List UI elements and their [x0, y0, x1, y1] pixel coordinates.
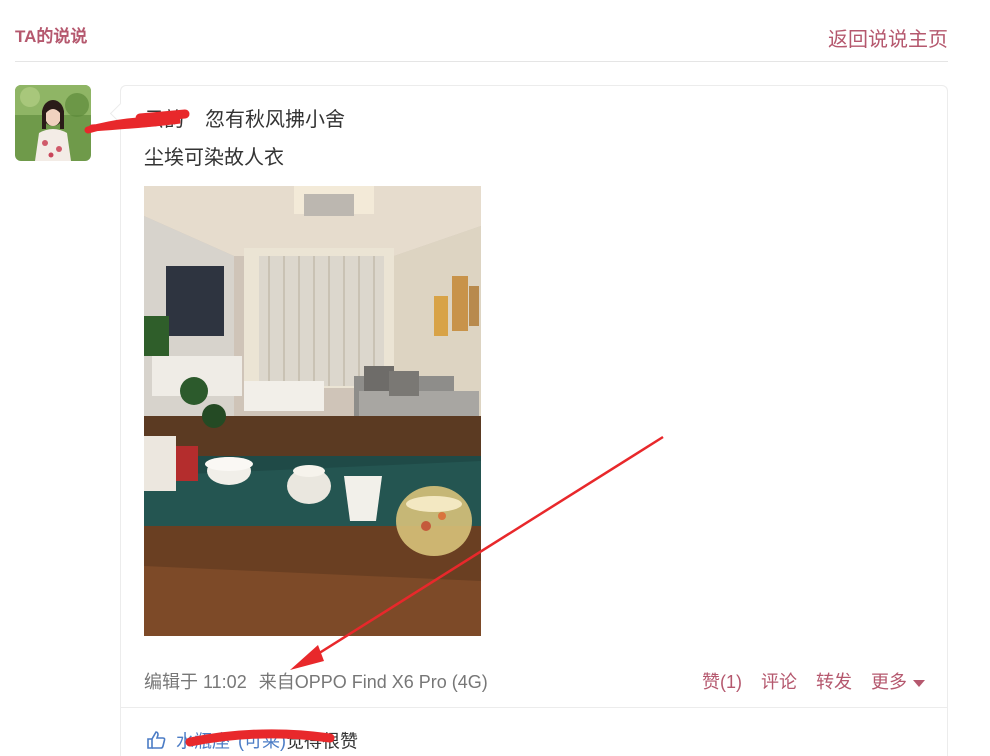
page-title: TA的说说	[15, 27, 88, 46]
post-text: 尘埃可染故人衣	[144, 147, 284, 169]
like-button[interactable]: 赞(1)	[702, 672, 742, 692]
post-meta: 编辑于 11:02 来自OPPO Find X6 Pro (4G)	[144, 671, 500, 693]
post-photo[interactable]	[144, 186, 481, 636]
liker-tag: (可莱)	[238, 731, 286, 752]
post-card: 云韵 忽有秋风拂小舍 尘埃可染故人衣 编辑于 11:02 来自OPPO Find…	[120, 85, 948, 756]
post-author[interactable]: 云韵	[144, 108, 184, 132]
forward-button[interactable]: 转发	[816, 672, 852, 692]
page-header: TA的说说 返回说说主页	[15, 0, 948, 62]
likes-row: 水瓶座 (可莱)觉得很赞	[146, 730, 358, 755]
caret-down-icon	[913, 679, 925, 687]
liker-name[interactable]: 水瓶座	[176, 731, 230, 751]
liked-text: 觉得很赞	[286, 731, 358, 752]
post-tag: 忽有秋风拂小舍	[205, 109, 345, 131]
avatar[interactable]	[15, 85, 91, 161]
more-label: 更多	[871, 672, 907, 692]
divider	[121, 707, 947, 708]
more-button[interactable]: 更多	[871, 672, 925, 692]
comment-button[interactable]: 评论	[761, 672, 797, 692]
back-to-home-link[interactable]: 返回说说主页	[828, 28, 948, 52]
post-device: 来自OPPO Find X6 Pro (4G)	[258, 672, 488, 692]
thumbs-up-icon	[146, 730, 166, 755]
post-actions: 赞(1) 评论 转发 更多	[688, 671, 925, 693]
edited-time: 编辑于 11:02	[144, 672, 247, 692]
